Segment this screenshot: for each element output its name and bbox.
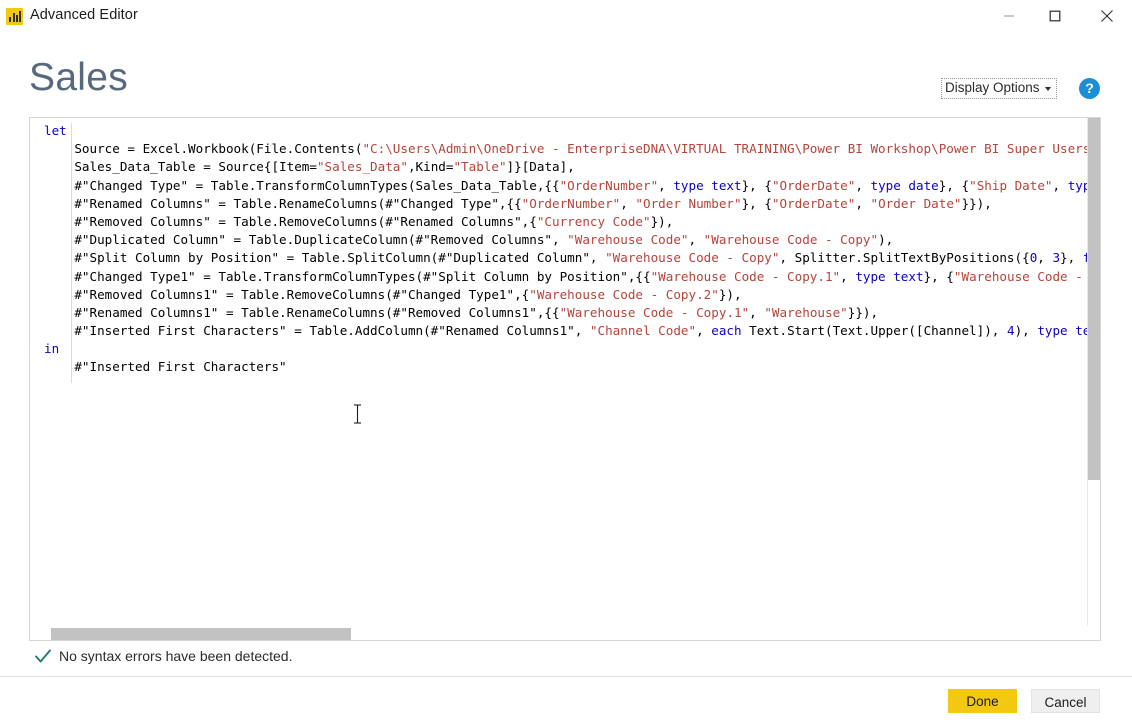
- code-content[interactable]: let Source = Excel.Workbook(File.Content…: [44, 122, 1101, 377]
- minimize-icon[interactable]: [986, 0, 1032, 31]
- code-line: #"Removed Columns" = Table.RemoveColumns…: [44, 213, 674, 229]
- code-line: let: [44, 123, 67, 138]
- vertical-scrollbar-thumb[interactable]: [1088, 118, 1100, 480]
- chevron-down-icon: [1044, 87, 1051, 91]
- help-icon[interactable]: ?: [1079, 78, 1100, 99]
- code-line: Source = Excel.Workbook(File.Contents("C…: [44, 141, 1101, 157]
- help-glyph: ?: [1085, 80, 1094, 96]
- close-icon[interactable]: [1084, 0, 1130, 31]
- code-line: #"Renamed Columns" = Table.RenameColumns…: [44, 195, 992, 211]
- code-line: #"Inserted First Characters": [44, 359, 287, 375]
- done-button[interactable]: Done: [948, 689, 1017, 713]
- code-editor[interactable]: let Source = Excel.Workbook(File.Content…: [29, 117, 1101, 641]
- title-bar: Advanced Editor: [0, 0, 1132, 33]
- code-line: #"Renamed Columns1" = Table.RenameColumn…: [44, 304, 879, 320]
- maximize-icon[interactable]: [1032, 0, 1078, 31]
- checkmark-icon: [35, 649, 51, 663]
- code-line: Sales_Data_Table = Source{[Item="Sales_D…: [44, 159, 575, 175]
- horizontal-scrollbar[interactable]: [30, 626, 1088, 640]
- code-line: #"Changed Type1" = Table.TransformColumn…: [44, 268, 1101, 284]
- vertical-scrollbar[interactable]: [1087, 118, 1100, 640]
- cancel-button[interactable]: Cancel: [1031, 689, 1100, 713]
- code-line: #"Split Column by Position" = Table.Spli…: [44, 250, 1100, 266]
- window-title: Advanced Editor: [30, 7, 138, 23]
- code-line: #"Removed Columns1" = Table.RemoveColumn…: [44, 286, 742, 302]
- display-options-dropdown[interactable]: Display Options: [941, 78, 1057, 99]
- code-line: #"Changed Type" = Table.TransformColumnT…: [44, 177, 1099, 193]
- display-options-label: Display Options: [945, 80, 1040, 95]
- code-line: #"Duplicated Column" = Table.DuplicateCo…: [44, 232, 894, 248]
- status-bar: No syntax errors have been detected.: [33, 645, 292, 667]
- power-bi-icon: [6, 8, 23, 25]
- footer-divider: [0, 676, 1132, 677]
- status-message: No syntax errors have been detected.: [59, 648, 293, 664]
- code-line: in: [44, 341, 60, 357]
- horizontal-scrollbar-thumb[interactable]: [51, 628, 351, 640]
- code-line: #"Inserted First Characters" = Table.Add…: [44, 323, 1101, 339]
- page-title: Sales: [29, 56, 129, 99]
